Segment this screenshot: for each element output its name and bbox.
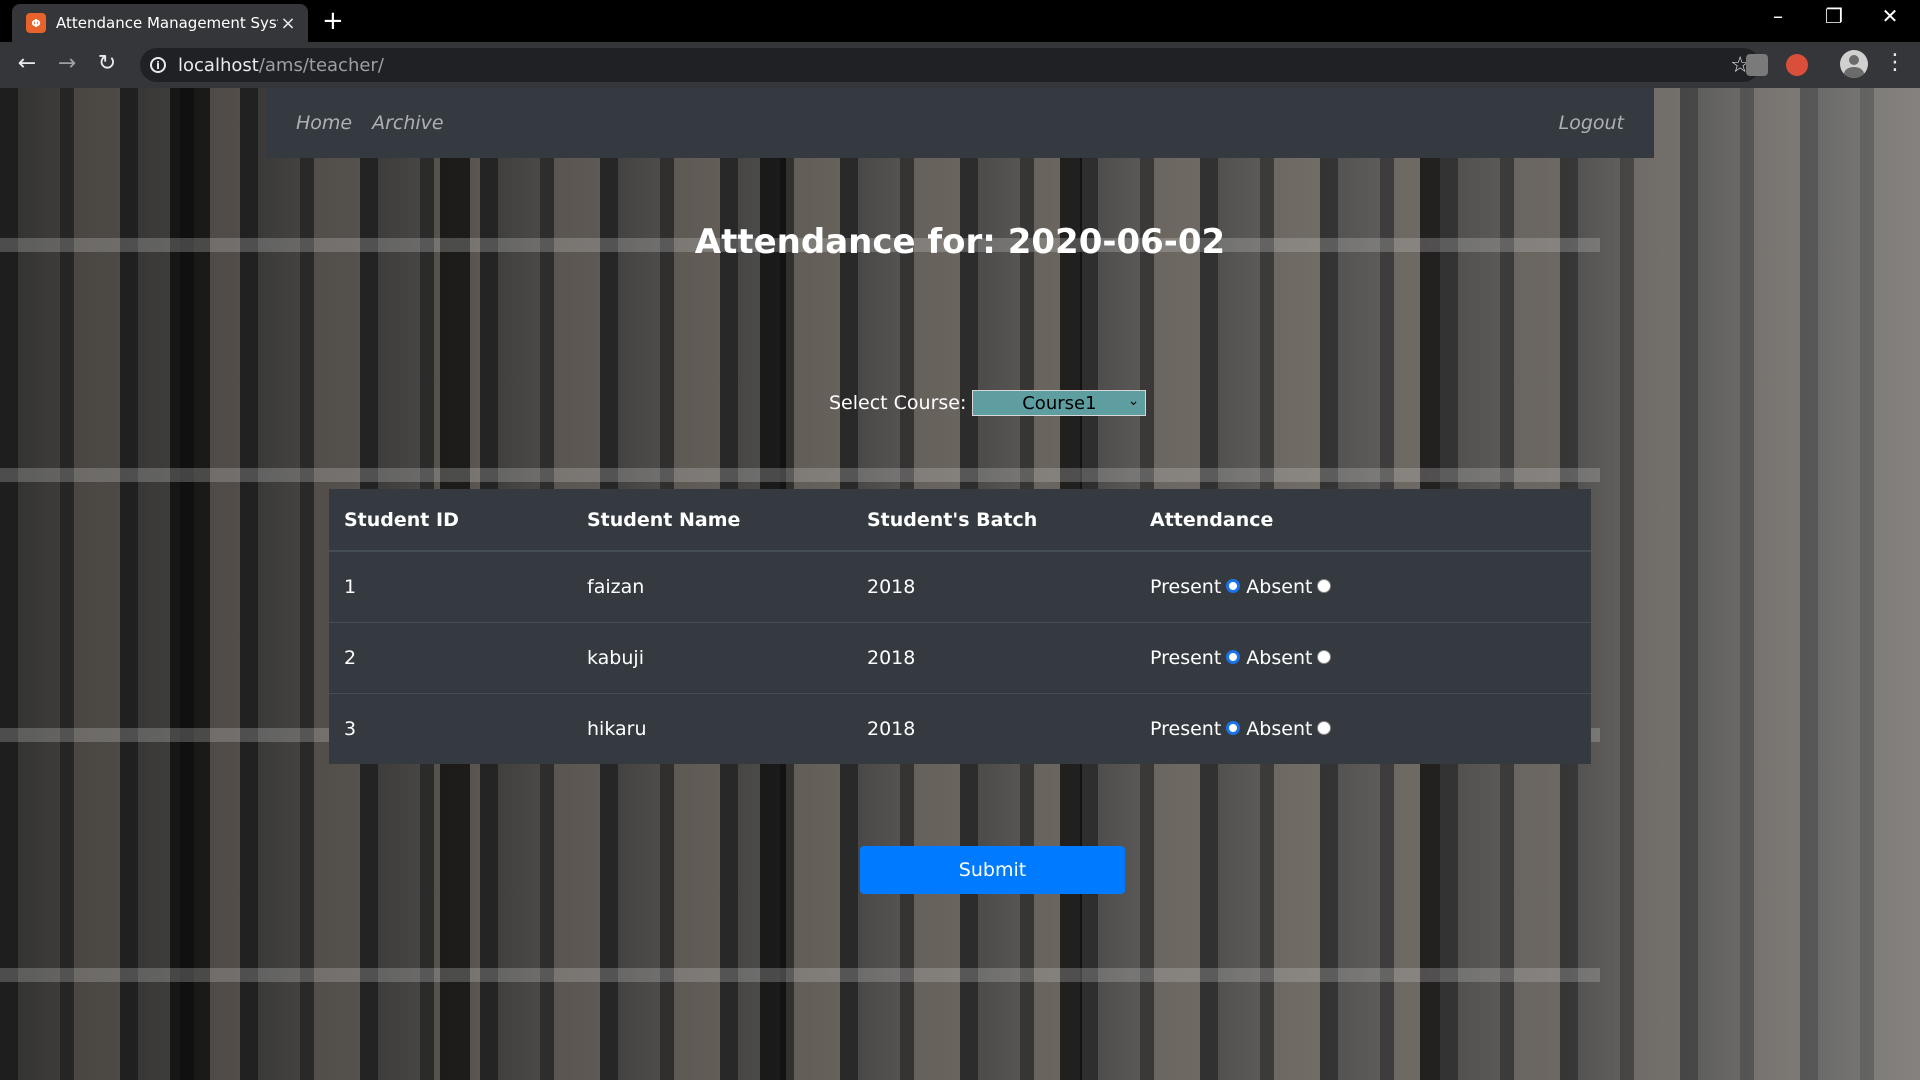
absent-radio[interactable]	[1317, 578, 1332, 593]
browser-menu-icon[interactable]: ⋮	[1884, 50, 1906, 75]
new-tab-icon[interactable]: +	[322, 6, 344, 36]
browser-tab[interactable]: Φ Attendance Management System ×	[12, 4, 308, 42]
nav-home-link[interactable]: Home	[296, 112, 352, 134]
attendance-cell: Present Absent	[1135, 550, 1591, 623]
chevron-down-icon: ⌄	[1127, 393, 1140, 409]
site-info-icon[interactable]: i	[150, 57, 166, 73]
url-text[interactable]: localhost/ams/teacher/	[178, 55, 384, 76]
header-attendance: Attendance	[1135, 489, 1591, 552]
present-label: Present	[1150, 718, 1222, 740]
header-student-id: Student ID	[329, 489, 572, 552]
student-id-cell: 3	[329, 693, 572, 764]
profile-avatar-icon[interactable]	[1840, 50, 1868, 78]
student-id-cell: 1	[329, 550, 572, 623]
tab-title: Attendance Management System	[56, 14, 278, 32]
present-radio[interactable]	[1226, 578, 1241, 593]
extension-color-icon[interactable]	[1786, 54, 1808, 76]
attendance-cell: Present Absent	[1135, 622, 1591, 694]
absent-radio[interactable]	[1317, 720, 1332, 735]
browser-tab-bar: Φ Attendance Management System × + – ❐ ✕	[0, 0, 1920, 42]
course-select[interactable]: Course1 ⌄	[972, 390, 1147, 416]
present-radio[interactable]	[1226, 649, 1241, 664]
header-student-name: Student Name	[572, 489, 852, 552]
absent-label: Absent	[1246, 576, 1313, 598]
minimize-icon[interactable]: –	[1758, 4, 1798, 28]
url-path: /ams/teacher/	[258, 54, 384, 76]
student-id-cell: 2	[329, 622, 572, 694]
page-viewport: Home Archive Logout Attendance for: 2020…	[0, 88, 1920, 1080]
nav-logout-link[interactable]: Logout	[1559, 112, 1624, 134]
student-name-cell: kabuji	[572, 622, 852, 694]
page-title: Attendance for: 2020-06-02	[694, 222, 1226, 262]
present-label: Present	[1150, 576, 1222, 598]
background-shelf	[0, 968, 1600, 982]
submit-button[interactable]: Submit	[860, 846, 1125, 894]
student-batch-cell: 2018	[852, 622, 1135, 694]
app-navbar: Home Archive Logout	[266, 88, 1654, 158]
student-batch-cell: 2018	[852, 550, 1135, 623]
table-row: 3 hikaru 2018 Present Absent	[329, 693, 1591, 764]
student-batch-cell: 2018	[852, 693, 1135, 764]
attendance-table: Student ID Student Name Student's Batch …	[329, 489, 1591, 764]
forward-icon[interactable]: →	[52, 51, 82, 76]
table-row: 2 kabuji 2018 Present Absent	[329, 622, 1591, 694]
address-bar[interactable]: i localhost/ams/teacher/ ☆	[140, 48, 1760, 82]
absent-radio[interactable]	[1317, 649, 1332, 664]
present-radio[interactable]	[1226, 720, 1241, 735]
background-shelf	[0, 468, 1600, 482]
restore-icon[interactable]: ❐	[1814, 4, 1854, 28]
course-selector-row: Select Course: Course1 ⌄	[829, 390, 1147, 416]
url-host: localhost	[178, 54, 259, 76]
absent-label: Absent	[1246, 647, 1313, 669]
close-window-icon[interactable]: ✕	[1870, 4, 1910, 28]
attendance-cell: Present Absent	[1135, 693, 1591, 764]
table-header-row: Student ID Student Name Student's Batch …	[329, 489, 1591, 552]
student-name-cell: hikaru	[572, 693, 852, 764]
back-icon[interactable]: ←	[12, 51, 42, 76]
present-label: Present	[1150, 647, 1222, 669]
nav-archive-link[interactable]: Archive	[372, 112, 444, 134]
header-student-batch: Student's Batch	[852, 489, 1135, 552]
absent-label: Absent	[1246, 718, 1313, 740]
site-favicon-icon: Φ	[26, 13, 46, 33]
tab-close-icon[interactable]: ×	[278, 13, 298, 34]
table-row: 1 faizan 2018 Present Absent	[329, 550, 1591, 623]
reload-icon[interactable]: ↻	[92, 51, 122, 76]
browser-toolbar: ← → ↻ i localhost/ams/teacher/ ☆ ⋮	[0, 42, 1920, 88]
course-label: Select Course:	[829, 392, 967, 414]
extension-icon[interactable]	[1746, 54, 1768, 76]
course-selected-value: Course1	[1022, 392, 1097, 414]
student-name-cell: faizan	[572, 550, 852, 623]
